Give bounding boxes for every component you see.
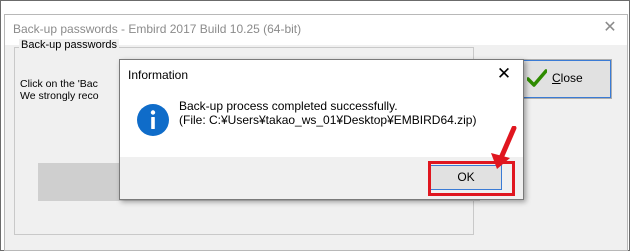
dialog-title: Information [128, 68, 189, 82]
dialog-body: Back-up process completed successfully. … [120, 88, 523, 157]
red-arrow-icon [491, 126, 517, 169]
window-close-icon[interactable]: ✕ [601, 19, 619, 37]
dialog-message-line-1: Back-up process completed successfully. [179, 99, 398, 113]
group-line-1: Click on the 'Bac [20, 78, 98, 90]
info-icon [137, 104, 169, 136]
dialog-message-line-2: (File: C:¥Users¥takao_ws_01¥Desktop¥EMBI… [179, 113, 477, 127]
group-line-2: We strongly reco [20, 90, 99, 102]
close-button-label: Close [552, 71, 583, 85]
dialog-titlebar: Information ✕ [120, 60, 523, 88]
window-title: Back-up passwords - Embird 2017 Build 10… [13, 22, 302, 36]
dialog-close-icon[interactable]: ✕ [495, 64, 513, 84]
dialog-message: Back-up process completed successfully. … [179, 99, 476, 127]
group-legend: Back-up passwords [19, 39, 119, 51]
group-description: Click on the 'Bac We strongly reco [20, 78, 99, 102]
check-icon [527, 69, 547, 87]
